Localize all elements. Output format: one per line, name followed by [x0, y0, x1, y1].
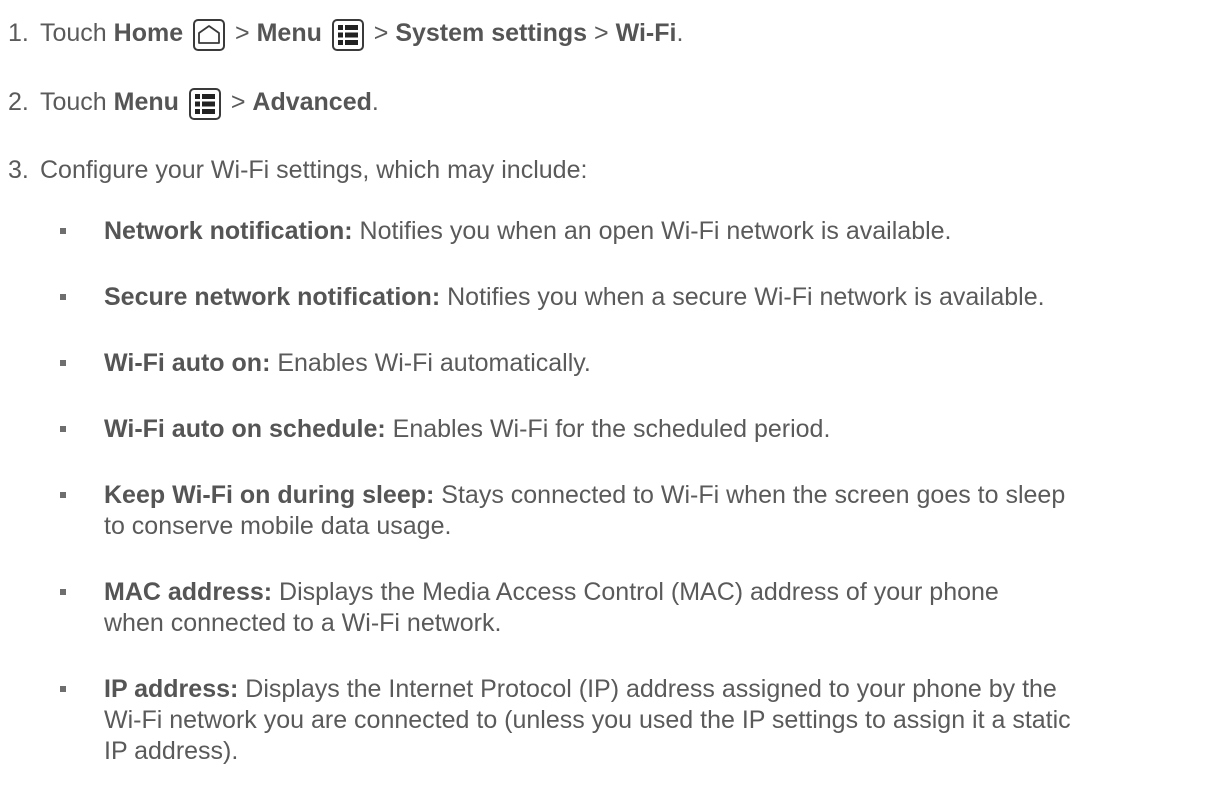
- step-end: .: [676, 19, 684, 47]
- list-item: Wi-Fi auto on: Enables Wi-Fi automatical…: [60, 348, 1210, 379]
- menu-label: Menu: [113, 88, 179, 116]
- option-term: MAC address:: [104, 578, 273, 606]
- step-text: Configure your Wi-Fi settings, which may…: [40, 156, 588, 184]
- option-term: Keep Wi-Fi on during sleep:: [104, 481, 435, 509]
- option-description: Notifies you when an open Wi-Fi network …: [352, 217, 952, 245]
- step-number: 1.: [8, 19, 29, 47]
- option-description: Displays the Internet Protocol (IP) addr…: [104, 675, 1071, 765]
- list-item: IP address: Displays the Internet Protoc…: [60, 674, 1100, 767]
- menu-icon: [188, 88, 221, 120]
- step-end: .: [371, 88, 379, 116]
- step-text: Touch: [40, 88, 114, 116]
- step-text: Touch: [40, 19, 114, 47]
- step-number: 2.: [8, 88, 29, 116]
- bullet-icon: [60, 360, 66, 366]
- bullet-icon: [60, 589, 66, 595]
- option-term: Wi-Fi auto on schedule:: [104, 415, 386, 443]
- step-2: 2. Touch Menu > Advanced.: [8, 87, 379, 120]
- bullet-icon: [60, 492, 66, 498]
- home-icon: [193, 19, 226, 51]
- option-description: Enables Wi-Fi for the scheduled period.: [385, 415, 831, 443]
- option-description: Notifies you when a secure Wi-Fi network…: [440, 283, 1045, 311]
- bullet-icon: [60, 228, 66, 234]
- separator: >: [223, 88, 253, 116]
- step-1: 1. Touch Home > Menu > System settings > …: [8, 18, 683, 51]
- option-term: IP address:: [104, 675, 239, 703]
- option-term: Network notification:: [104, 217, 353, 245]
- separator: >: [366, 19, 396, 47]
- option-term: Secure network notification:: [104, 283, 441, 311]
- list-item: MAC address: Displays the Media Access C…: [60, 577, 1060, 639]
- separator: >: [228, 19, 257, 47]
- home-label: Home: [113, 19, 184, 47]
- wifi-label: Wi-Fi: [615, 19, 677, 47]
- bullet-icon: [60, 294, 66, 300]
- list-item: Wi-Fi auto on schedule: Enables Wi-Fi fo…: [60, 414, 1210, 445]
- bullet-icon: [60, 426, 66, 432]
- option-term: Wi-Fi auto on:: [104, 349, 271, 377]
- list-item: Secure network notification: Notifies yo…: [60, 282, 1210, 313]
- menu-icon: [331, 19, 364, 51]
- menu-label: Menu: [256, 19, 322, 47]
- bullet-icon: [60, 686, 66, 692]
- step-3: 3. Configure your Wi-Fi settings, which m…: [8, 155, 587, 186]
- system-settings-label: System settings: [395, 19, 588, 47]
- advanced-label: Advanced: [252, 88, 372, 116]
- list-item: Network notification: Notifies you when …: [60, 216, 1210, 247]
- separator: >: [587, 19, 616, 47]
- list-item: Keep Wi-Fi on during sleep: Stays connec…: [60, 480, 1080, 542]
- option-description: Enables Wi-Fi automatically.: [270, 349, 591, 377]
- step-number: 3.: [8, 156, 29, 184]
